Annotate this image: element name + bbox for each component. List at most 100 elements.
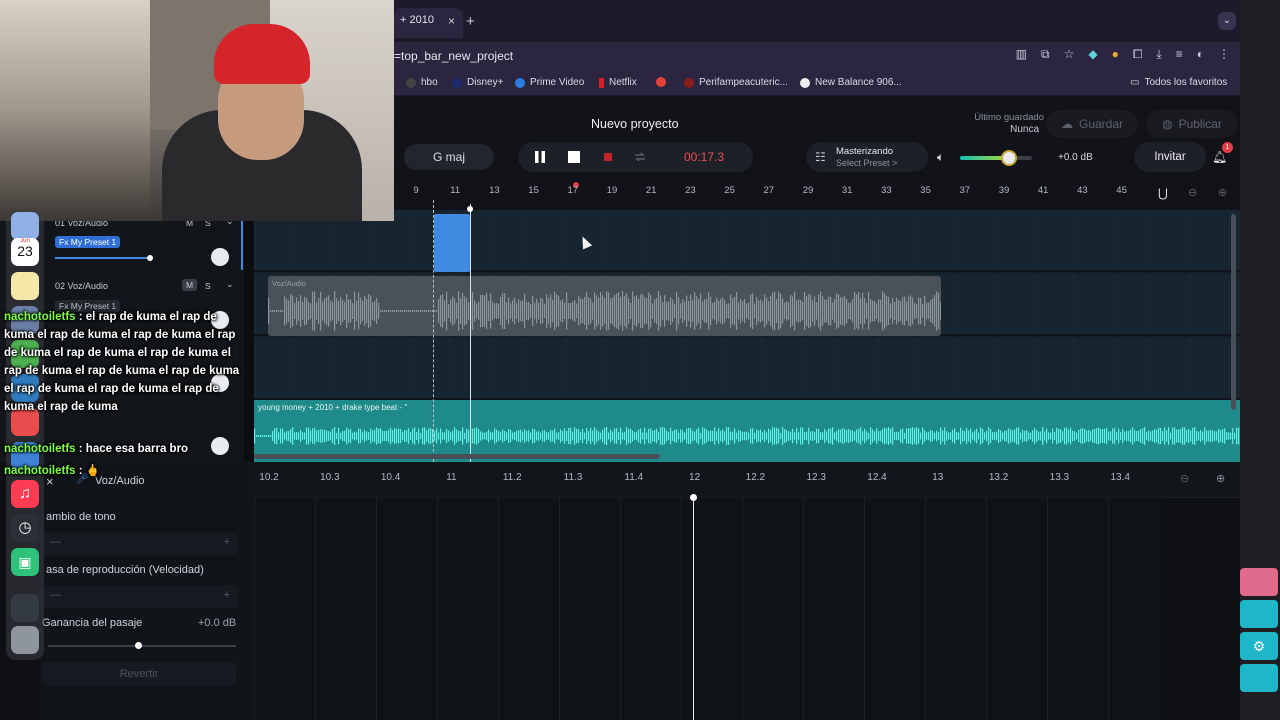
master-volume-db: +0.0 dB — [1058, 152, 1093, 163]
zoom-in-icon[interactable]: ⊕ — [1216, 472, 1225, 485]
timeline-ruler[interactable]: ⋃ ⊖ ⊕ 9 11 13 15 17 19 21 23 25 27 29 31 33 35 37 39 41 4… — [254, 180, 1240, 210]
editor-ruler-tick-label: 13.3 — [1049, 472, 1070, 483]
master-volume-knob[interactable] — [1001, 150, 1017, 166]
notes-icon[interactable] — [11, 272, 39, 300]
disney-icon — [452, 77, 462, 88]
loop-start-line[interactable] — [433, 200, 434, 462]
pause-icon[interactable] — [532, 149, 548, 165]
gain-slider[interactable] — [48, 645, 236, 647]
background-window-tile — [1240, 600, 1278, 628]
all-bookmarks[interactable]: ▭ Todos los favoritos — [1130, 77, 1227, 88]
revert-button[interactable]: Revertir — [42, 662, 236, 686]
track-lane[interactable] — [254, 338, 1240, 400]
speaker-icon[interactable]: 🔈︎ — [937, 150, 944, 165]
bookmark-item[interactable]: New Balance 906... — [800, 77, 902, 88]
track-volume-handle[interactable] — [147, 255, 153, 261]
editor-playhead[interactable] — [693, 497, 694, 720]
bookmark-item[interactable]: hbo — [406, 77, 438, 88]
webcam-overlay — [0, 0, 394, 221]
bookmarks-bar: hbo Disney+ Prime Video Netflix Perifamp… — [394, 70, 1240, 96]
editor-playhead-handle[interactable] — [690, 494, 697, 501]
gain-label: Ganancia del pasaje — [42, 617, 143, 629]
beat-clip[interactable]: young money + 2010 + drake type beat - '… — [254, 400, 1240, 462]
record-icon[interactable] — [600, 149, 616, 165]
bookmark-item[interactable]: Disney+ — [452, 77, 503, 88]
ruler-tick-label: 33 — [881, 185, 892, 196]
vertical-scrollbar[interactable] — [1231, 214, 1236, 410]
notification-badge: 1 — [1222, 142, 1233, 153]
master-volume-slider[interactable] — [960, 156, 1032, 160]
gear-icon: ⚙ — [1240, 632, 1278, 660]
zoom-out-icon[interactable]: ⊖ — [1188, 186, 1197, 199]
bookmark-item[interactable]: Prime Video — [515, 77, 584, 88]
address-bar[interactable]: =top_bar_new_project ▥ ⧉ ☆ ◆ ● ⧠ ⤓ ≡ ◐ ⋮ — [394, 42, 1240, 70]
reader-icon[interactable]: ▥ — [1016, 47, 1027, 62]
zoom-out-icon[interactable]: ⊖ — [1180, 472, 1189, 485]
editor-grid[interactable] — [254, 498, 1166, 720]
bookmark-item[interactable]: Netflix — [599, 77, 637, 88]
dock-app-icon[interactable]: ▣ — [11, 548, 39, 576]
calendar-icon[interactable]: Jun 23 — [11, 238, 39, 266]
downloads-stack-icon[interactable] — [11, 594, 39, 622]
extension-icon[interactable]: ● — [1112, 47, 1119, 62]
pitch-stepper[interactable]: — + — [42, 533, 238, 555]
trash-icon[interactable] — [11, 626, 39, 654]
gain-slider-handle[interactable] — [135, 642, 142, 649]
browser-toolbar-icons: ▥ ⧉ ☆ ◆ ● ⧠ ⤓ ≡ ◐ ⋮ — [1016, 47, 1230, 62]
loop-icon[interactable] — [632, 149, 648, 165]
track-name[interactable]: 02 Voz/Audio — [55, 281, 108, 291]
invite-button[interactable]: Invitar — [1134, 142, 1206, 172]
editor-ruler[interactable]: ⊖ ⊕ 10.2 10.3 10.4 11 11.2 11.3 11.4 12 12.2 12.3… — [254, 462, 1240, 498]
music-icon[interactable]: ♫ — [11, 480, 39, 508]
mastering-preset[interactable]: ☷ Masterizando Select Preset > — [806, 142, 928, 172]
magnet-icon[interactable]: ⋃ — [1158, 186, 1168, 200]
dock-app-icon[interactable] — [11, 212, 39, 240]
ruler-tick-label: 19 — [606, 185, 618, 196]
voice-waveform — [268, 291, 941, 331]
mastering-preset-select[interactable]: Select Preset > — [836, 158, 897, 168]
browser-tab[interactable]: + 2010 × — [394, 8, 463, 38]
mute-button[interactable]: M — [182, 279, 198, 291]
profile-icon[interactable]: ◐ — [1197, 47, 1204, 62]
star-icon[interactable]: ☆ — [1064, 47, 1075, 62]
webcam-person-beanie — [214, 24, 310, 84]
tab-search-chevron-icon[interactable]: ⌄ — [1218, 12, 1236, 30]
chevron-down-icon[interactable]: ⌄ — [226, 279, 234, 290]
zoom-in-icon[interactable]: ⊕ — [1218, 186, 1227, 199]
ruler-tick-label: 35 — [920, 185, 931, 196]
save-button[interactable]: ☁ Guardar — [1046, 110, 1138, 138]
stop-icon[interactable] — [566, 149, 582, 165]
background-window-tile — [1240, 664, 1278, 692]
netflix-icon — [599, 77, 604, 88]
publish-button[interactable]: ◍ Publicar — [1146, 110, 1238, 138]
playhead-handle[interactable] — [467, 206, 473, 212]
voice-clip[interactable]: Voz/Audio — [268, 276, 941, 336]
clock-icon[interactable]: ◷ — [11, 514, 39, 542]
new-tab-button[interactable]: + — [466, 13, 475, 30]
track-fx-button[interactable]: Fx My Preset 1 — [55, 232, 121, 250]
tab-close-icon[interactable]: × — [448, 14, 455, 38]
pan-knob[interactable] — [211, 248, 229, 266]
extension-icon[interactable]: ◆ — [1088, 47, 1097, 62]
url-text[interactable]: =top_bar_new_project — [394, 49, 513, 63]
solo-button[interactable]: S — [205, 281, 211, 291]
chat-message: nachotoiletfs : 🖕 — [4, 465, 101, 477]
playhead[interactable] — [470, 204, 471, 462]
rate-stepper[interactable]: — + — [42, 586, 238, 608]
media-icon[interactable]: ≡ — [1176, 47, 1183, 62]
download-icon[interactable]: ⤓ — [1156, 47, 1161, 62]
bookmark-item[interactable] — [656, 77, 666, 87]
menu-icon[interactable]: ⋮ — [1218, 47, 1230, 62]
key-selector[interactable]: G maj — [404, 144, 494, 170]
editor-ruler-tick-label: 11.3 — [563, 472, 583, 483]
recording-clip[interactable] — [434, 214, 470, 272]
project-title[interactable]: Nuevo proyecto — [591, 117, 679, 131]
editor-ruler-tick-label: 11.2 — [502, 472, 522, 483]
horizontal-scrollbar[interactable] — [254, 454, 660, 459]
bookmark-item[interactable]: Perifampeacuteric... — [684, 77, 788, 88]
track-lane[interactable] — [254, 210, 1240, 272]
selected-track-indicator — [241, 214, 243, 270]
track-volume-slider[interactable] — [55, 257, 151, 259]
cast-icon[interactable]: ⧉ — [1041, 47, 1050, 62]
puzzle-icon[interactable]: ⧠ — [1133, 47, 1143, 62]
